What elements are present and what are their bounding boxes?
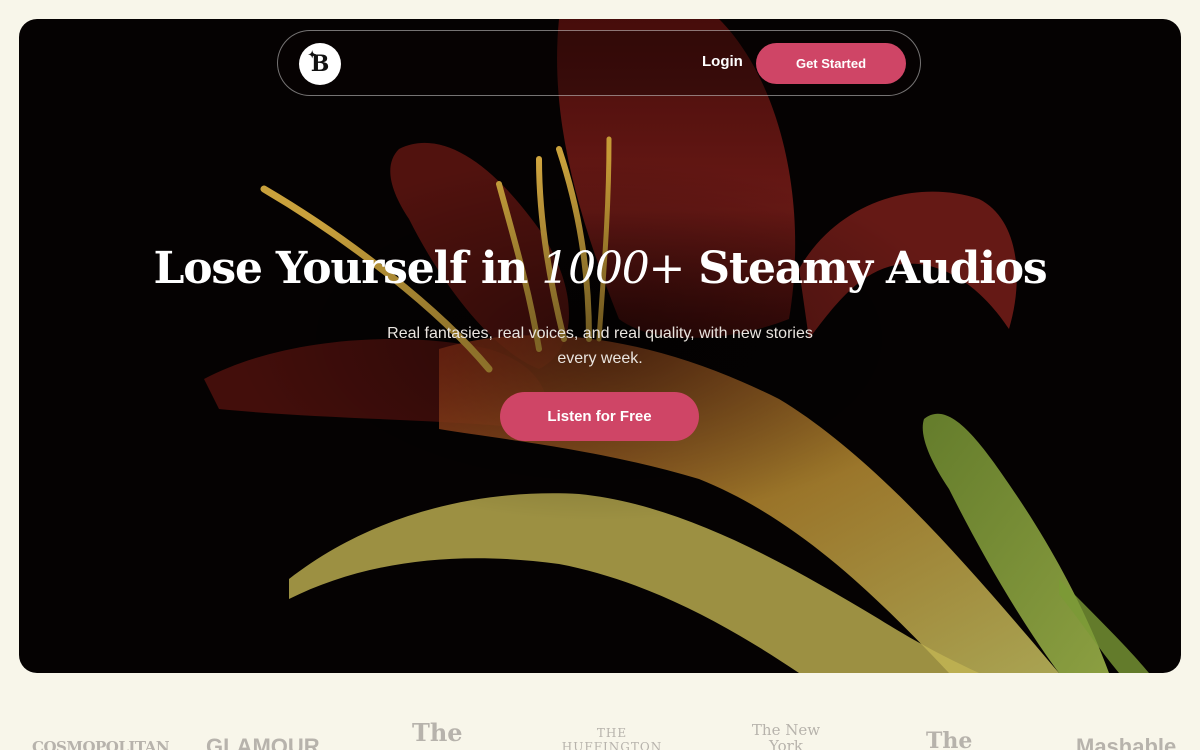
press-logo-cosmopolitan: COSMOPOLITAN [32, 738, 170, 750]
hero-section: ✦ B Login Get Started Lose Yourself in 1… [19, 19, 1181, 673]
press-logo-glamour: GLAMOUR [206, 734, 320, 750]
press-logo-new-york: The New York [751, 721, 821, 750]
press-logo-the-2: The [926, 728, 973, 750]
listen-for-free-button[interactable]: Listen for Free [500, 392, 699, 441]
top-navbar: ✦ B Login Get Started [277, 30, 921, 96]
press-logo-the-1: The [412, 718, 463, 747]
brand-logo[interactable]: ✦ B [299, 43, 341, 85]
press-logo-mashable: Mashable [1076, 734, 1177, 750]
headline-prefix: Lose Yourself in [153, 243, 542, 294]
press-logo-huffington: THE HUFFINGTON [561, 726, 663, 750]
login-link[interactable]: Login [702, 53, 743, 70]
headline-number: 1000+ [541, 243, 685, 294]
leaf-icon: ✦ [308, 50, 317, 61]
hero-headline: Lose Yourself in 1000+ Steamy Audios [19, 243, 1181, 294]
hero-subtitle: Real fantasies, real voices, and real qu… [387, 325, 813, 367]
get-started-button[interactable]: Get Started [756, 43, 906, 84]
press-logos-strip: COSMOPOLITAN GLAMOUR The THE HUFFINGTON … [0, 712, 1200, 750]
headline-suffix: Steamy Audios [684, 243, 1047, 294]
